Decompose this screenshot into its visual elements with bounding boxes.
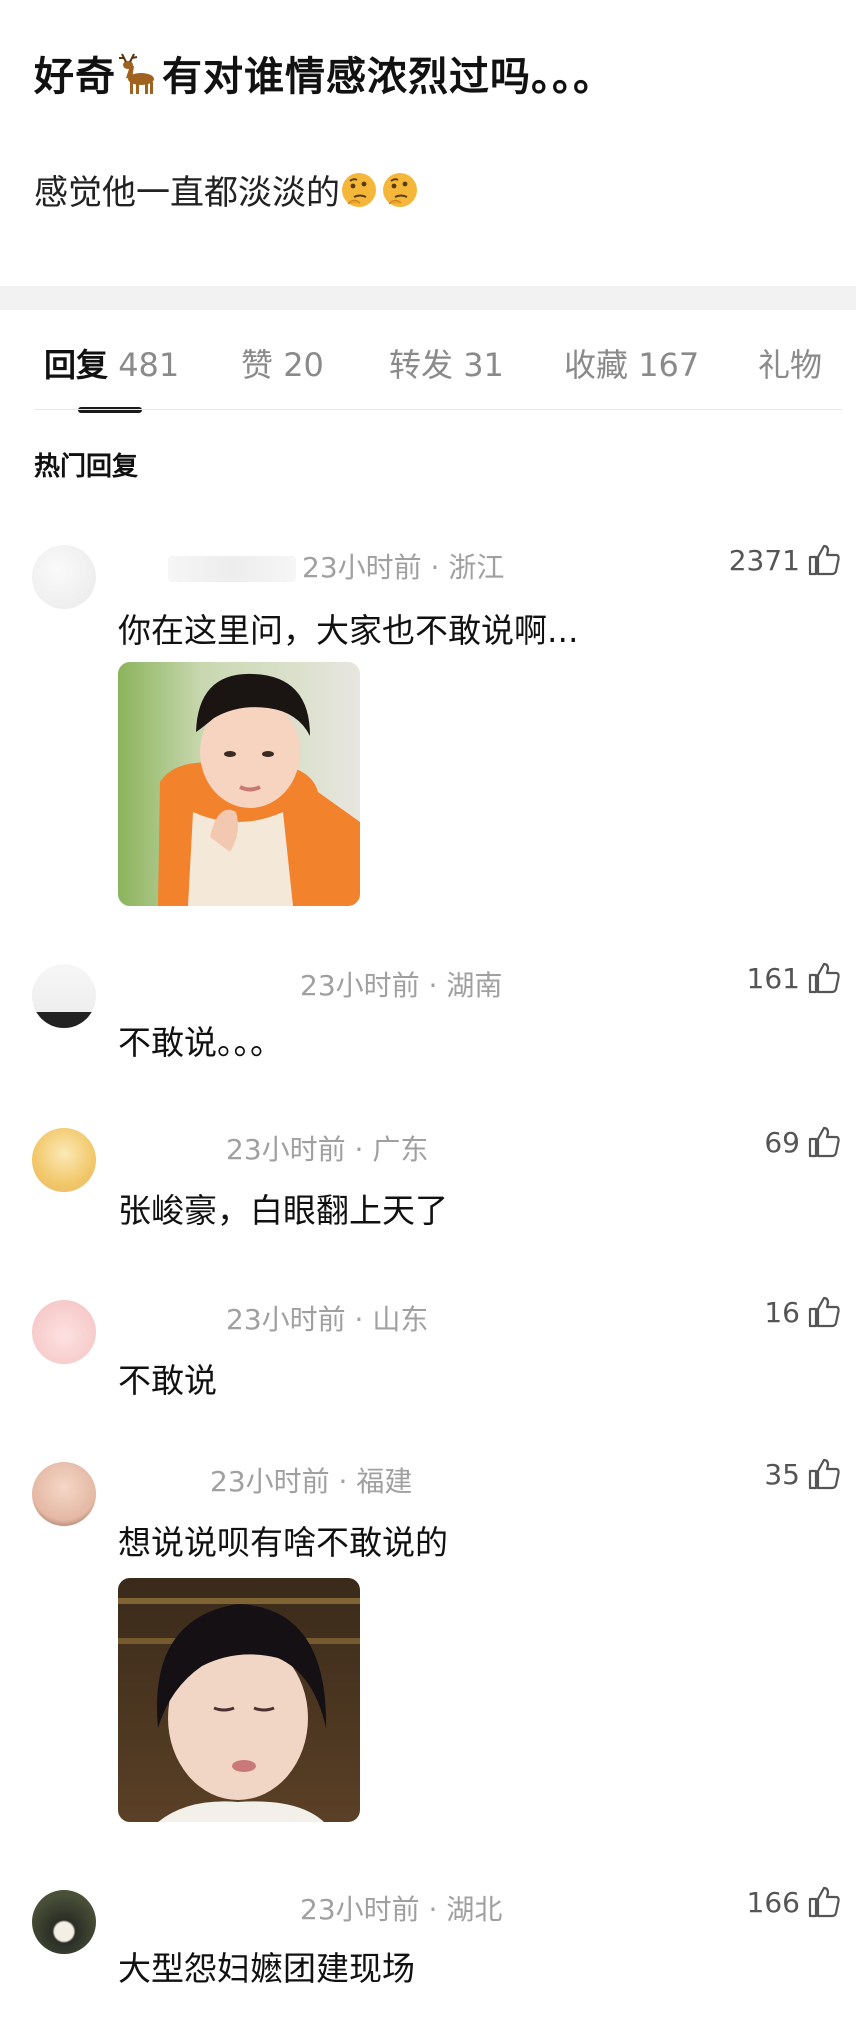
like-count: 2371 xyxy=(728,543,800,577)
thumbs-up-icon xyxy=(808,1126,840,1158)
like-count: 166 xyxy=(746,1885,800,1919)
deer-emoji-icon xyxy=(116,52,162,106)
comment-text: 不敢说。。。 xyxy=(118,1023,283,1062)
post-body-text: 感觉他一直都淡淡的 xyxy=(34,173,340,213)
tab-reposts-count: 31 xyxy=(463,346,504,384)
comment-meta: 23小时前 · 山东 xyxy=(226,1303,429,1336)
thinking-face-icon xyxy=(340,170,420,219)
like-button[interactable]: 166 xyxy=(747,1884,842,1920)
comment-meta: 23小时前 · 广东 xyxy=(226,1133,429,1166)
avatar[interactable] xyxy=(32,1462,96,1526)
tab-favorites-count: 167 xyxy=(638,346,700,384)
comment-image[interactable] xyxy=(118,1578,360,1822)
comment-text: 张峻豪，白眼翻上天了 xyxy=(118,1191,448,1230)
post-title-suffix: 有对谁情感浓烈过吗。。。 xyxy=(162,54,614,100)
comment-meta: 23小时前 · 湖南 xyxy=(300,969,503,1002)
comment-text: 想说说呗有啥不敢说的 xyxy=(118,1523,448,1562)
post-header: 好奇 有对谁情感浓烈过吗。。。 感觉他一直都淡淡的 xyxy=(0,0,856,286)
tab-gifts-label: 礼物 xyxy=(758,346,823,384)
like-button[interactable]: 35 xyxy=(764,1456,842,1492)
thumbs-up-icon xyxy=(808,1296,840,1328)
comment-image[interactable] xyxy=(118,662,360,906)
tab-favorites[interactable]: 收藏 167 xyxy=(564,340,699,386)
avatar[interactable] xyxy=(32,1300,96,1364)
like-count: 16 xyxy=(764,1295,800,1329)
like-count: 69 xyxy=(764,1125,800,1159)
tab-reposts-label: 转发 xyxy=(389,346,454,384)
tab-likes-count: 20 xyxy=(283,346,324,384)
tab-likes-label: 赞 xyxy=(241,346,274,384)
comment-text: 你在这里问，大家也不敢说啊... xyxy=(118,611,579,650)
like-button[interactable]: 16 xyxy=(764,1294,842,1330)
tab-gifts[interactable]: 礼物 xyxy=(758,340,822,386)
username-blurred[interactable] xyxy=(168,556,296,582)
avatar[interactable] xyxy=(32,1890,96,1954)
tab-favorites-label: 收藏 xyxy=(564,346,629,384)
tab-replies-count: 481 xyxy=(118,346,180,384)
tab-replies[interactable]: 回复 481 xyxy=(44,340,179,386)
avatar[interactable] xyxy=(32,964,96,1028)
post-body: 感觉他一直都淡淡的 xyxy=(34,165,420,219)
thumbs-up-icon xyxy=(808,544,840,576)
comment-text: 大型怨妇嬷团建现场 xyxy=(118,1949,415,1988)
tabs-divider xyxy=(34,409,842,410)
active-tab-indicator xyxy=(78,407,142,413)
like-count: 161 xyxy=(746,961,800,995)
tab-reposts[interactable]: 转发 31 xyxy=(389,340,504,386)
tab-replies-label: 回复 xyxy=(44,346,109,384)
thumbs-up-icon xyxy=(808,1458,840,1490)
avatar[interactable] xyxy=(32,545,96,609)
comment-meta: 23小时前 · 浙江 xyxy=(168,546,504,586)
tab-likes[interactable]: 赞 20 xyxy=(241,340,324,386)
comment-meta: 23小时前 · 湖北 xyxy=(300,1893,503,1926)
like-button[interactable]: 2371 xyxy=(729,542,842,578)
thumbs-up-icon xyxy=(808,962,840,994)
section-divider xyxy=(0,286,856,310)
post-title: 好奇 有对谁情感浓烈过吗。。。 xyxy=(34,44,614,106)
like-button[interactable]: 69 xyxy=(764,1124,842,1160)
comment-meta: 23小时前 · 福建 xyxy=(210,1465,413,1498)
post-title-prefix: 好奇 xyxy=(34,54,116,100)
comment-text: 不敢说 xyxy=(118,1361,217,1400)
like-count: 35 xyxy=(764,1457,800,1491)
tab-bar: 回复 481 赞 20 转发 31 收藏 167 礼物 xyxy=(0,310,856,413)
avatar[interactable] xyxy=(32,1128,96,1192)
thumbs-up-icon xyxy=(808,1886,840,1918)
section-title-hot-replies: 热门回复 xyxy=(34,452,139,482)
like-button[interactable]: 161 xyxy=(747,960,842,996)
